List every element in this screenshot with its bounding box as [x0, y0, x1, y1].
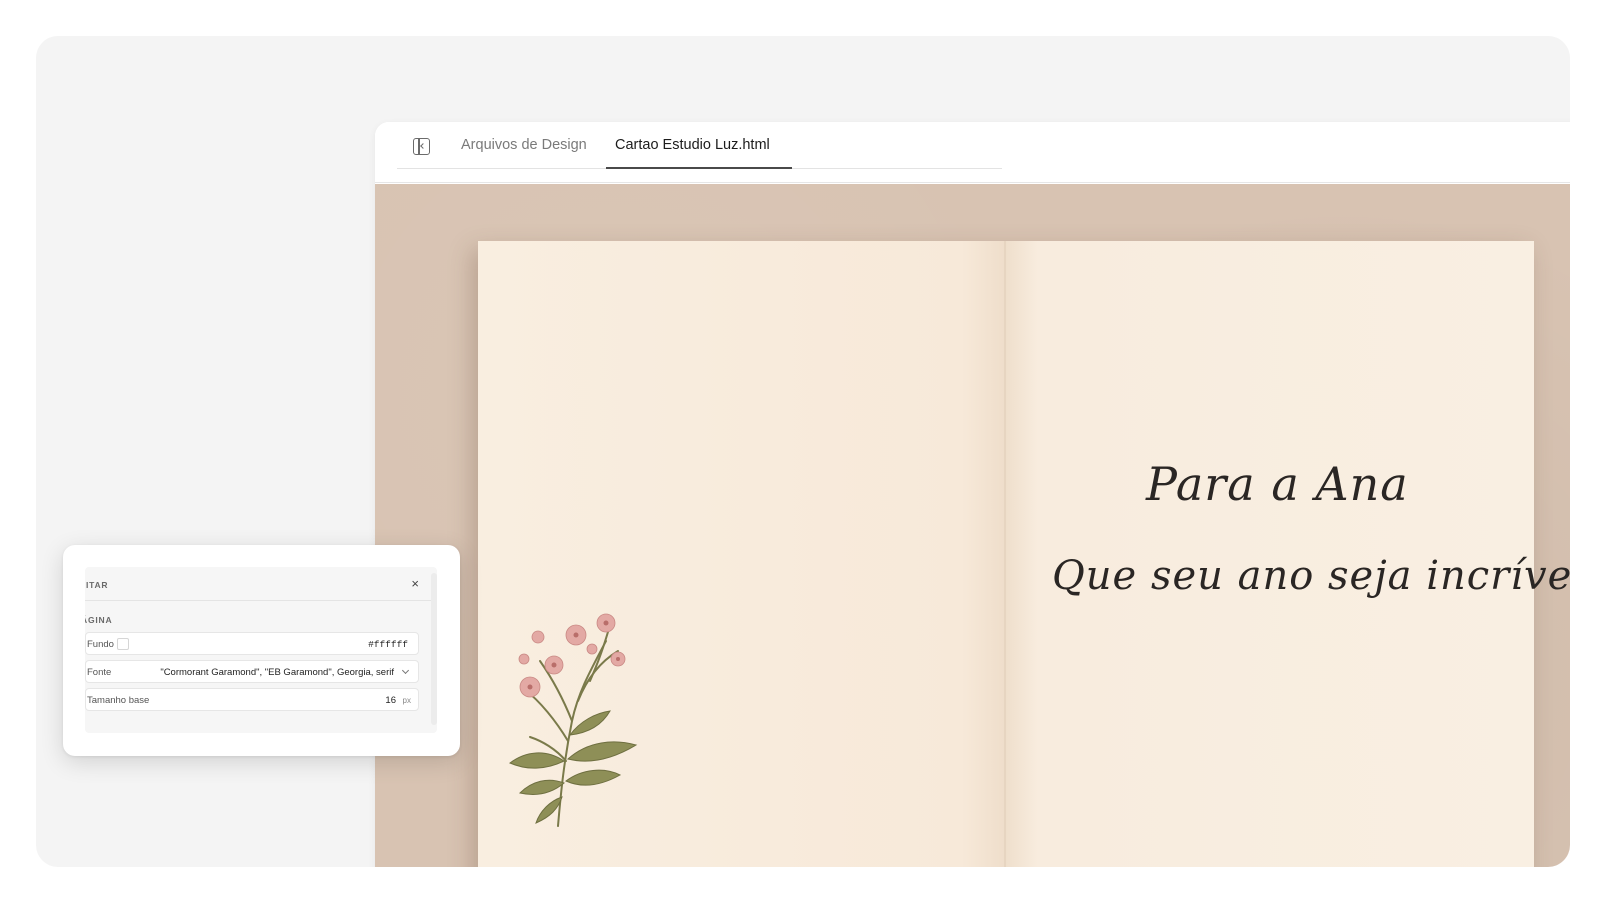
panel-scrollbar[interactable] — [431, 573, 437, 725]
section-title: ÁGINA — [85, 615, 113, 625]
close-icon[interactable]: × — [411, 576, 419, 591]
active-tab-indicator — [606, 167, 792, 169]
chevron-left-icon — [420, 143, 426, 149]
app-stage: Arquivos de Design Cartao Estudio Luz.ht… — [36, 36, 1570, 867]
background-label: Fundo — [87, 639, 114, 650]
chevron-down-icon[interactable] — [401, 666, 410, 675]
card-greeting[interactable]: Para a Ana — [1146, 457, 1409, 511]
base-size-label: Tamanho base — [87, 695, 150, 706]
edit-panel-content: DITAR × ÁGINA Fundo #ffffff Fonte "Cormo… — [85, 567, 437, 733]
flower-illustration[interactable] — [506, 601, 656, 831]
edit-panel-header: DITAR × — [85, 567, 431, 601]
base-size-value[interactable]: 16 — [385, 695, 396, 706]
edit-panel-title: DITAR — [85, 580, 109, 590]
background-value[interactable]: #ffffff — [368, 639, 408, 650]
color-swatch[interactable] — [117, 638, 129, 650]
edit-panel: DITAR × ÁGINA Fundo #ffffff Fonte "Cormo… — [63, 545, 460, 756]
base-size-field[interactable]: Tamanho base 16 px — [85, 688, 419, 711]
tab-bar: Arquivos de Design Cartao Estudio Luz.ht… — [375, 122, 1570, 183]
font-label: Fonte — [87, 667, 112, 678]
font-select[interactable]: Fonte "Cormorant Garamond", "EB Garamond… — [85, 660, 419, 683]
sidebar-toggle-bar — [418, 139, 420, 154]
base-size-unit: px — [402, 696, 411, 705]
sidebar-toggle-icon[interactable] — [413, 138, 430, 155]
editor-window: Arquivos de Design Cartao Estudio Luz.ht… — [375, 122, 1570, 867]
font-value[interactable]: "Cormorant Garamond", "EB Garamond", Geo… — [160, 667, 394, 678]
tab-active-file[interactable]: Cartao Estudio Luz.html — [615, 137, 770, 153]
card-message[interactable]: Que seu ano seja incrível — [1052, 553, 1570, 599]
tab-strip: Arquivos de Design Cartao Estudio Luz.ht… — [397, 122, 1002, 169]
tab-design-files[interactable]: Arquivos de Design — [461, 137, 587, 153]
design-canvas: Para a Ana Que seu ano seja incrível — [375, 184, 1570, 867]
greeting-card: Para a Ana Que seu ano seja incrível — [478, 241, 1570, 867]
background-field[interactable]: Fundo #ffffff — [85, 632, 419, 655]
